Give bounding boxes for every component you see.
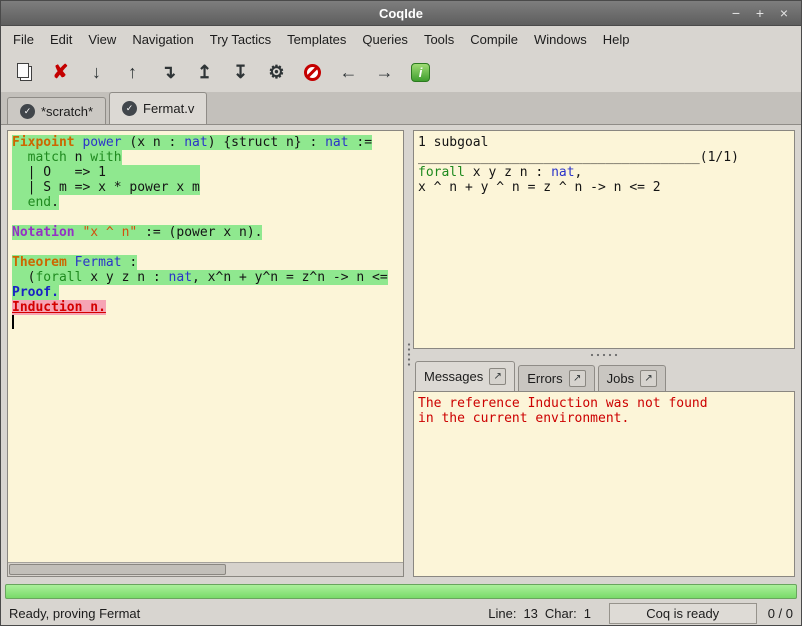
- step-backward-icon[interactable]: ↑: [117, 57, 148, 87]
- new-file-icon[interactable]: [9, 57, 40, 87]
- code-line: Proof.: [12, 285, 403, 300]
- code-line: match n with: [12, 150, 403, 165]
- detach-icon[interactable]: ↗: [640, 370, 657, 387]
- code-line: The reference Induction was not found: [418, 396, 794, 411]
- messages-content: The reference Induction was not foundin …: [414, 392, 794, 426]
- tab-status-icon: ✓: [122, 101, 137, 116]
- menu-view[interactable]: View: [80, 28, 124, 51]
- code-line: [12, 240, 403, 255]
- code-line: in the current environment.: [418, 411, 794, 426]
- vertical-splitter[interactable]: [404, 130, 413, 577]
- detach-icon[interactable]: ↗: [489, 368, 506, 385]
- script-editor-code[interactable]: Fixpoint power (x n : nat) {struct n} : …: [8, 131, 403, 562]
- step-forward-icon[interactable]: ↓: [81, 57, 112, 87]
- tab-label: *scratch*: [41, 104, 93, 119]
- horizontal-splitter[interactable]: [413, 349, 795, 361]
- menu-file[interactable]: File: [5, 28, 42, 51]
- right-column: 1 subgoal_______________________________…: [413, 130, 795, 577]
- line-number: 13: [523, 606, 537, 621]
- go-to-cursor-icon[interactable]: ↴: [153, 57, 184, 87]
- go-to-end-icon[interactable]: ↧: [225, 57, 256, 87]
- no-entry-sign: [304, 64, 321, 81]
- code-line: ____________________________________(1/1…: [418, 150, 794, 165]
- menu-windows[interactable]: Windows: [526, 28, 595, 51]
- code-line: (forall x y z n : nat, x^n + y^n = z^n -…: [12, 270, 403, 285]
- char-number: 1: [584, 606, 598, 621]
- code-line: | S m => x * power x m: [12, 180, 403, 195]
- forward-icon[interactable]: →: [369, 57, 400, 87]
- tab-label: Messages: [424, 369, 483, 384]
- statusbar: Ready, proving Fermat Line: 13 Char: 1 C…: [1, 601, 801, 625]
- close-button[interactable]: ×: [777, 6, 791, 20]
- script-editor-pane: Fixpoint power (x n : nat) {struct n} : …: [7, 130, 404, 577]
- code-line: end.: [12, 195, 403, 210]
- coqide-window: CoqIde − + × FileEditViewNavigationTry T…: [0, 0, 802, 626]
- code-line: Fixpoint power (x n : nat) {struct n} : …: [12, 135, 403, 150]
- menu-queries[interactable]: Queries: [354, 28, 416, 51]
- editor-horizontal-scrollbar[interactable]: [8, 562, 403, 576]
- coq-status-box: Coq is ready: [609, 603, 757, 624]
- task-counter: 0 / 0: [768, 606, 793, 621]
- code-line: Notation "x ^ n" := (power x n).: [12, 225, 403, 240]
- tab-scratch[interactable]: ✓ *scratch*: [7, 97, 106, 124]
- goals-content: 1 subgoal_______________________________…: [414, 131, 794, 195]
- code-line: forall x y z n : nat,: [418, 165, 794, 180]
- page-glyph: [17, 63, 29, 78]
- scrollbar-thumb[interactable]: [9, 564, 226, 575]
- menu-compile[interactable]: Compile: [462, 28, 526, 51]
- tab-label: Jobs: [607, 371, 634, 386]
- back-icon[interactable]: ←: [333, 57, 364, 87]
- code-line: [12, 315, 403, 330]
- menu-tools[interactable]: Tools: [416, 28, 462, 51]
- minimize-button[interactable]: −: [729, 6, 743, 20]
- menu-templates[interactable]: Templates: [279, 28, 354, 51]
- about-icon[interactable]: i: [405, 57, 436, 87]
- window-controls: − + ×: [729, 6, 801, 20]
- info-badge: i: [411, 63, 430, 82]
- tab-label: Fermat.v: [143, 101, 194, 116]
- tab-jobs[interactable]: Jobs ↗: [598, 365, 666, 391]
- code-line: Induction n.: [12, 300, 403, 315]
- code-line: Theorem Fermat :: [12, 255, 403, 270]
- titlebar[interactable]: CoqIde − + ×: [1, 1, 801, 26]
- goals-pane: 1 subgoal_______________________________…: [413, 130, 795, 349]
- toolbar: ✘↓↑↴↥↧⚙ ←→ i: [1, 52, 801, 92]
- tab-errors[interactable]: Errors ↗: [518, 365, 594, 391]
- menu-navigation[interactable]: Navigation: [124, 28, 201, 51]
- tab-fermat.v[interactable]: ✓ Fermat.v: [109, 92, 207, 124]
- text-cursor: [12, 315, 14, 329]
- status-message: Ready, proving Fermat: [9, 606, 140, 621]
- char-label: Char:: [545, 606, 577, 621]
- progress-bar: [5, 584, 797, 599]
- detach-icon[interactable]: ↗: [569, 370, 586, 387]
- status-right: Line: 13 Char: 1 Coq is ready 0 / 0: [488, 603, 793, 624]
- menu-try-tactics[interactable]: Try Tactics: [202, 28, 279, 51]
- tab-messages[interactable]: Messages ↗: [415, 361, 515, 391]
- code-line: 1 subgoal: [418, 135, 794, 150]
- gears-icon[interactable]: ⚙: [261, 57, 292, 87]
- window-title: CoqIde: [1, 6, 801, 21]
- tab-label: Errors: [527, 371, 562, 386]
- maximize-button[interactable]: +: [753, 6, 767, 20]
- cancel-icon[interactable]: ✘: [45, 57, 76, 87]
- interrupt-icon[interactable]: [297, 57, 328, 87]
- message-tabbar: Messages ↗ Errors ↗ Jobs ↗: [413, 361, 795, 391]
- code-line: | O => 1: [12, 165, 403, 180]
- menu-edit[interactable]: Edit: [42, 28, 80, 51]
- tabbar: ✓ *scratch* ✓ Fermat.v: [1, 92, 801, 125]
- line-label: Line:: [488, 606, 516, 621]
- messages-pane: The reference Induction was not foundin …: [413, 391, 795, 577]
- restart-icon[interactable]: ↥: [189, 57, 220, 87]
- code-line: x ^ n + y ^ n = z ^ n -> n <= 2: [418, 180, 794, 195]
- menu-help[interactable]: Help: [595, 28, 638, 51]
- code-line: [12, 210, 403, 225]
- tab-status-icon: ✓: [20, 104, 35, 119]
- main-area: Fixpoint power (x n : nat) {struct n} : …: [1, 125, 801, 581]
- menubar: FileEditViewNavigationTry TacticsTemplat…: [1, 26, 801, 52]
